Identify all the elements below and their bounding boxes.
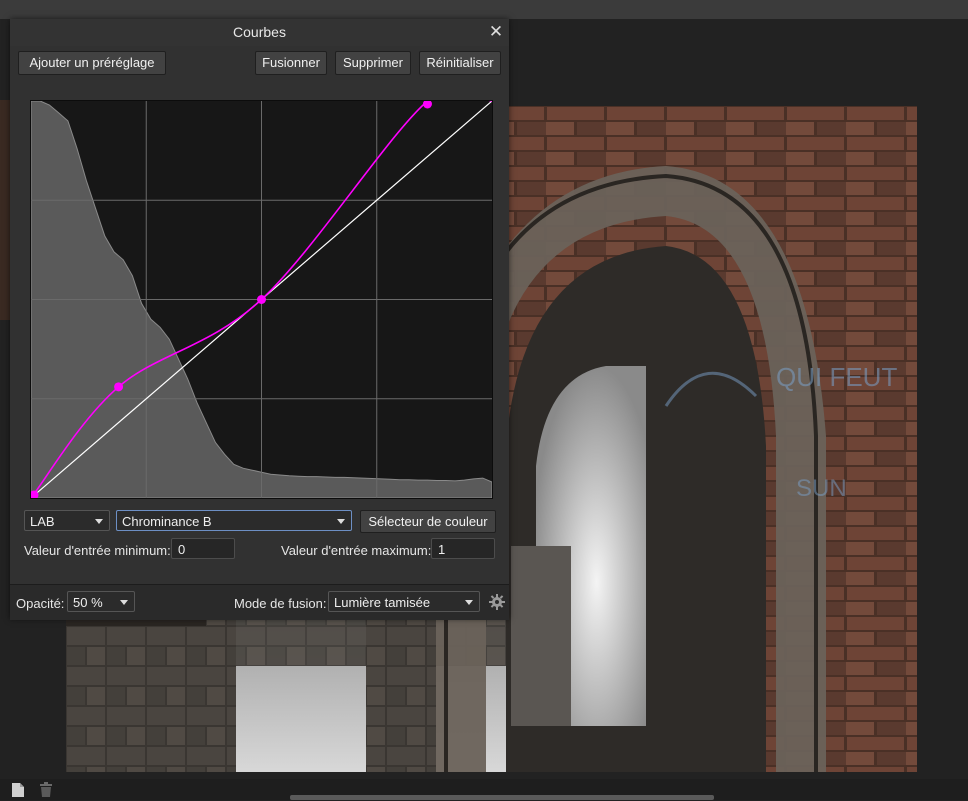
min-input-label: Valeur d'entrée minimum:: [24, 543, 171, 558]
horizontal-scrollbar[interactable]: [290, 795, 714, 800]
merge-button[interactable]: Fusionner: [255, 51, 327, 75]
blend-mode-value: Lumière tamisée: [334, 595, 431, 610]
svg-text:QUI FEUT: QUI FEUT: [776, 362, 897, 392]
app-top-bar: [0, 0, 968, 19]
opacity-label: Opacité:: [16, 596, 65, 611]
curve-control-point[interactable]: [257, 295, 266, 304]
background-photo-edge: [0, 100, 10, 320]
chevron-down-icon: [95, 519, 103, 524]
blend-mode-dropdown[interactable]: Lumière tamisée: [328, 591, 480, 612]
max-input-field[interactable]: 1: [431, 538, 495, 559]
reset-button[interactable]: Réinitialiser: [419, 51, 501, 75]
curve-control-point[interactable]: [114, 382, 124, 392]
channel-dropdown[interactable]: Chrominance B: [116, 510, 352, 531]
curve-control-point[interactable]: [422, 99, 432, 109]
color-space-value: LAB: [30, 514, 55, 529]
gear-icon[interactable]: [488, 593, 506, 611]
trash-icon[interactable]: [39, 782, 53, 798]
add-preset-button[interactable]: Ajouter un préréglage: [18, 51, 166, 75]
blend-mode-label: Mode de fusion:: [234, 596, 327, 611]
max-input-label: Valeur d'entrée maximum:: [281, 543, 432, 558]
delete-button[interactable]: Supprimer: [335, 51, 411, 75]
svg-text:SUN: SUN: [796, 475, 847, 502]
color-picker-button[interactable]: Sélecteur de couleur: [360, 510, 496, 533]
channel-value: Chrominance B: [122, 514, 212, 529]
panel-title: Courbes: [10, 19, 509, 46]
min-input-field[interactable]: 0: [171, 538, 235, 559]
curve-graph-canvas[interactable]: [29, 85, 493, 500]
chevron-down-icon: [465, 600, 473, 605]
curves-panel: Courbes ✕ Ajouter un préréglage Fusionne…: [10, 19, 509, 620]
curve-graph[interactable]: [29, 85, 493, 500]
chevron-down-icon: [120, 600, 128, 605]
close-icon[interactable]: ✕: [487, 23, 505, 41]
new-document-icon[interactable]: [11, 782, 25, 798]
chevron-down-icon: [337, 519, 345, 524]
panel-footer: Opacité: 50 % Mode de fusion: Lumière ta…: [10, 584, 509, 620]
opacity-value: 50 %: [73, 595, 103, 610]
color-space-dropdown[interactable]: LAB: [24, 510, 110, 531]
opacity-dropdown[interactable]: 50 %: [67, 591, 135, 612]
